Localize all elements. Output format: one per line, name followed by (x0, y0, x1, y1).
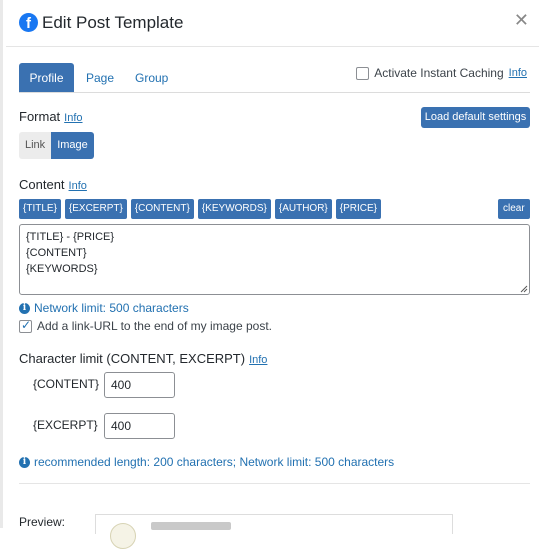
tag-content[interactable]: {CONTENT} (130, 199, 194, 219)
modal-header: f Edit Post Template ✕ (6, 0, 539, 47)
instant-caching-checkbox[interactable] (356, 66, 370, 80)
resize-handle-icon[interactable] (520, 285, 528, 293)
content-label: Content (19, 177, 65, 192)
network-limit-text: Network limit: 500 characters (34, 301, 189, 315)
avatar (110, 523, 136, 549)
link-url-label: Add a link-URL to the end of my image po… (37, 319, 273, 333)
char-limit-info-link[interactable]: Info (249, 354, 267, 366)
tab-page[interactable]: Page (76, 63, 124, 93)
content-limit-input[interactable]: 400 (104, 372, 175, 398)
format-image-option[interactable]: Image (51, 132, 94, 159)
link-url-option: Add a link-URL to the end of my image po… (19, 318, 273, 333)
clear-content-button[interactable]: clear (498, 199, 530, 219)
tag-excerpt[interactable]: {EXCERPT} (64, 199, 127, 219)
preview-author-name (151, 522, 231, 530)
edit-post-template-modal: f Edit Post Template ✕ Profile Page Grou… (0, 0, 539, 549)
format-selector: Link Image (19, 132, 94, 159)
content-limit-label: {CONTENT} (33, 377, 100, 391)
content-line-2: {CONTENT} (26, 247, 87, 259)
content-line-1: {TITLE} - {PRICE} (26, 231, 115, 243)
facebook-icon: f (19, 13, 38, 32)
recommended-length-note: i recommended length: 200 characters; Ne… (19, 455, 394, 469)
instant-caching-option: Activate Instant Caching Info (356, 66, 527, 80)
content-placeholder-tags: {TITLE} {EXCERPT} {CONTENT} {KEYWORDS} {… (19, 199, 382, 219)
format-label: Format (19, 109, 61, 124)
content-line-3: {KEYWORDS} (26, 263, 98, 275)
section-divider (19, 483, 530, 484)
format-label-row: Format Info (19, 109, 83, 124)
info-icon: i (19, 456, 30, 468)
content-textarea[interactable]: {TITLE} - {PRICE} {CONTENT} {KEYWORDS} (19, 224, 530, 295)
instant-caching-info-link[interactable]: Info (509, 67, 527, 79)
content-label-row: Content Info (19, 177, 87, 192)
tabs-divider (19, 92, 530, 93)
recommended-length-text: recommended length: 200 characters; Netw… (34, 455, 395, 469)
close-icon[interactable]: ✕ (514, 10, 529, 31)
post-preview (95, 514, 453, 549)
instant-caching-label: Activate Instant Caching (374, 66, 504, 80)
link-url-checkbox[interactable] (19, 318, 32, 333)
tag-price[interactable]: {PRICE} (335, 199, 382, 219)
tag-keywords[interactable]: {KEYWORDS} (197, 199, 271, 219)
format-link-option[interactable]: Link (19, 132, 52, 159)
tag-title[interactable]: {TITLE} (19, 199, 61, 219)
format-info-link[interactable]: Info (64, 112, 82, 124)
excerpt-limit-input[interactable]: 400 (104, 413, 175, 439)
load-default-settings-button[interactable]: Load default settings (421, 107, 530, 128)
content-info-link[interactable]: Info (69, 180, 87, 192)
info-icon: i (19, 302, 30, 314)
char-limit-label-row: Character limit (CONTENT, EXCERPT) Info (19, 351, 267, 366)
char-limit-label: Character limit (CONTENT, EXCERPT) (19, 351, 246, 366)
tab-group[interactable]: Group (125, 63, 178, 93)
network-limit-note: i Network limit: 500 characters (19, 301, 189, 315)
tag-author[interactable]: {AUTHOR} (274, 199, 332, 219)
tab-profile[interactable]: Profile (19, 63, 74, 93)
excerpt-limit-label: {EXCERPT} (33, 418, 98, 432)
preview-label: Preview: (19, 515, 66, 529)
modal-title: Edit Post Template (42, 13, 184, 32)
